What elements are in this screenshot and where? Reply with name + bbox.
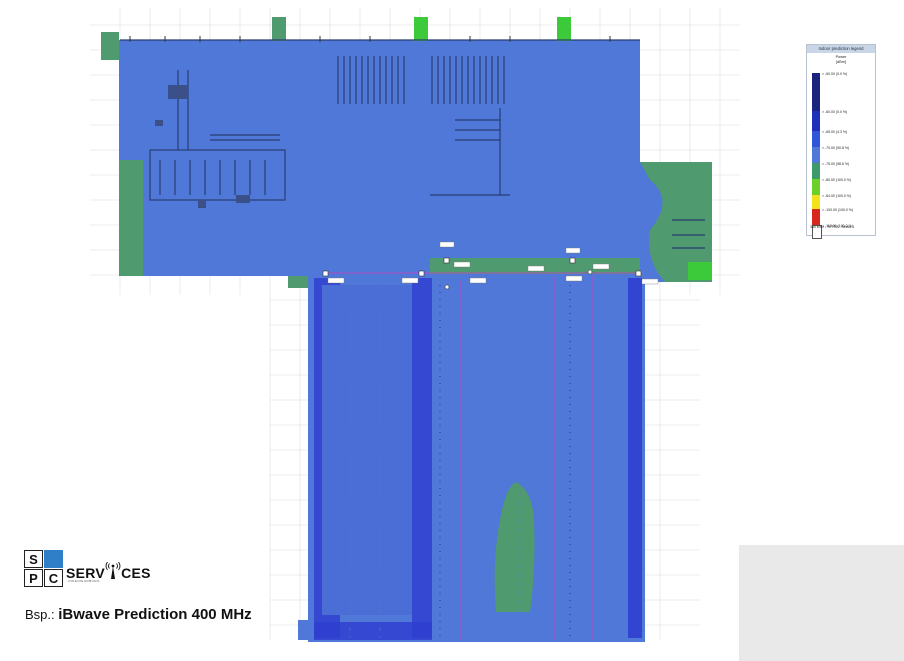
legend-label: > -75.00 (98.6 %) — [822, 162, 850, 166]
legend-label: > -65.00 (4.3 %) — [822, 130, 848, 134]
legend-swatch — [812, 73, 820, 111]
legend-swatch — [812, 131, 820, 147]
upper-building — [101, 17, 712, 288]
logo-accent-square — [44, 550, 63, 568]
logo-letter-s: S — [24, 550, 43, 568]
legend-label: > -84.00 (100.0 %) — [822, 194, 852, 198]
logo-letter-p: P — [24, 569, 43, 587]
legend-title: Indoor prediction legend — [807, 45, 875, 53]
slide-caption: Bsp.: iBwave Prediction 400 MHz — [25, 606, 252, 624]
legend-swatch — [812, 111, 820, 131]
grey-placeholder-block — [739, 545, 904, 661]
legend-swatch — [812, 179, 820, 195]
legend-label: > -50.00 (0.0 %) — [822, 72, 848, 76]
legend-swatch — [812, 195, 820, 209]
legend-label: > -70.00 (90.8 %) — [822, 146, 850, 150]
legend-subtitle-unit: [dBm] — [836, 60, 846, 64]
legend-label: > -80.00 (100.0 %) — [822, 178, 852, 182]
logo-tagline: INGENIEURBÜRO — [68, 579, 100, 583]
lower-hall — [298, 241, 659, 642]
legend-subtitle: Power [dBm] — [807, 55, 875, 65]
spc-services-logo: S P C SERV CES INGENIEURBÜRO — [24, 550, 158, 590]
caption-prefix: Bsp.: — [25, 607, 59, 622]
logo-word-right: CES — [121, 565, 151, 581]
legend-label: > -100.00 (100.0 %) — [822, 208, 854, 212]
caption-title: iBwave Prediction 400 MHz — [58, 606, 252, 623]
logo-letter-c: C — [44, 569, 63, 587]
legend-swatch — [812, 163, 820, 179]
legend-footer: 380 MHz - TETRA - Sector 1 — [810, 225, 855, 229]
prediction-legend: Indoor prediction legend Power [dBm] > -… — [806, 44, 876, 239]
legend-swatch — [812, 147, 820, 163]
legend-label: > -60.00 (0.0 %) — [822, 110, 848, 114]
logo-letter-grid: S P C — [24, 550, 64, 588]
legend-swatch — [812, 209, 820, 225]
antenna-icon — [105, 561, 121, 579]
